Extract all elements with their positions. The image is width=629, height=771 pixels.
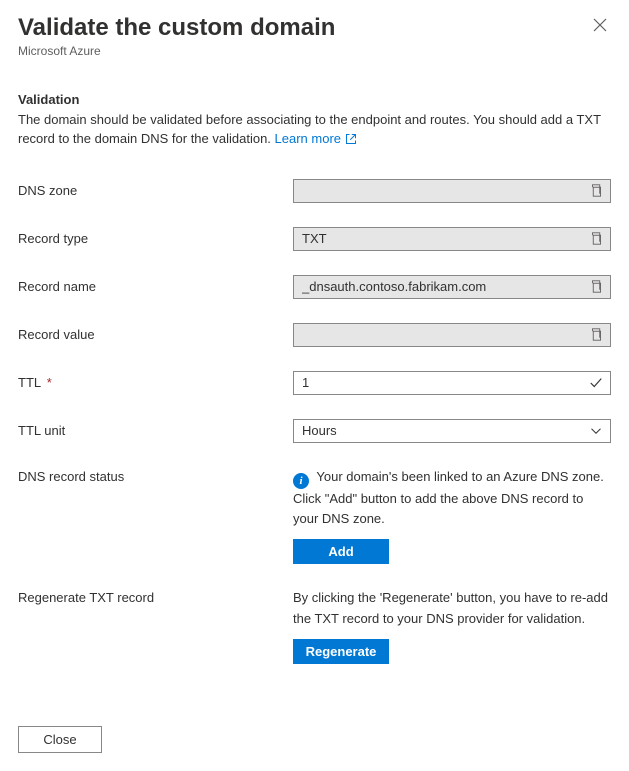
dns-zone-input[interactable]: [294, 180, 582, 202]
regenerate-button[interactable]: Regenerate: [293, 639, 389, 664]
required-indicator: *: [43, 375, 52, 390]
record-name-field: [293, 275, 611, 299]
record-type-input[interactable]: [294, 228, 582, 250]
record-value-label: Record value: [18, 327, 293, 342]
learn-more-link[interactable]: Learn more: [275, 131, 357, 146]
copy-icon[interactable]: [582, 180, 610, 202]
close-button[interactable]: Close: [18, 726, 102, 753]
ttl-unit-label: TTL unit: [18, 423, 293, 438]
copy-icon[interactable]: [582, 228, 610, 250]
copy-icon[interactable]: [582, 324, 610, 346]
chevron-down-icon[interactable]: [582, 420, 610, 442]
record-type-label: Record type: [18, 231, 293, 246]
ttl-unit-select[interactable]: [293, 419, 611, 443]
record-type-field: [293, 227, 611, 251]
external-link-icon: [345, 133, 357, 145]
checkmark-icon[interactable]: [582, 372, 610, 394]
close-icon[interactable]: [589, 14, 611, 36]
ttl-unit-input[interactable]: [294, 420, 582, 442]
dns-record-status-label: DNS record status: [18, 467, 293, 484]
record-value-input[interactable]: [294, 324, 582, 346]
validation-section-title: Validation: [18, 92, 611, 107]
ttl-input[interactable]: [294, 372, 582, 394]
info-icon: i: [293, 473, 309, 489]
page-title: Validate the custom domain: [18, 14, 335, 42]
ttl-label: TTL *: [18, 375, 293, 390]
page-subtitle: Microsoft Azure: [18, 44, 335, 58]
regenerate-text: By clicking the 'Regenerate' button, you…: [293, 588, 611, 628]
add-button[interactable]: Add: [293, 539, 389, 564]
ttl-field[interactable]: [293, 371, 611, 395]
record-name-label: Record name: [18, 279, 293, 294]
validation-description: The domain should be validated before as…: [18, 111, 611, 149]
dns-zone-field: [293, 179, 611, 203]
dns-record-status-text: i Your domain's been linked to an Azure …: [293, 467, 611, 530]
record-value-field: [293, 323, 611, 347]
dns-zone-label: DNS zone: [18, 183, 293, 198]
regenerate-label: Regenerate TXT record: [18, 588, 293, 605]
record-name-input[interactable]: [294, 276, 582, 298]
copy-icon[interactable]: [582, 276, 610, 298]
